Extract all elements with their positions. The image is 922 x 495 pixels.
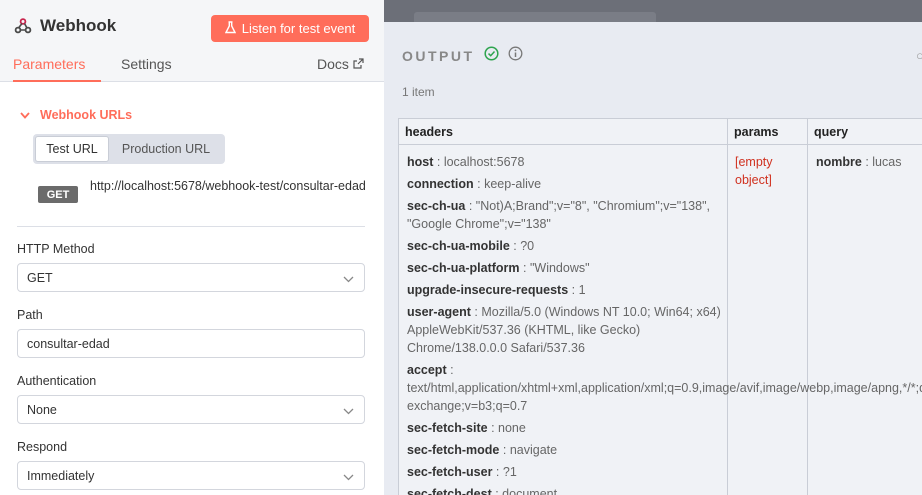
docs-link[interactable]: Docs [317, 56, 364, 82]
output-panel: OUTPUT ○ 1 item headers params query hos… [384, 22, 922, 495]
parameter-tabs: Parameters Settings Docs [0, 56, 384, 82]
chevron-down-icon [343, 272, 354, 286]
table-header: headers params query [399, 119, 922, 145]
tab-settings[interactable]: Settings [121, 56, 172, 82]
header-entry: accept : text/html,application/xhtml+xml… [407, 363, 922, 413]
backdrop-tab [414, 12, 656, 22]
authentication-value: None [27, 402, 57, 417]
respond-value: Immediately [27, 468, 95, 483]
listen-button-label: Listen for test event [241, 21, 356, 36]
chevron-down-icon [343, 470, 354, 484]
respond-select[interactable]: Immediately [17, 461, 365, 490]
flask-icon [224, 20, 236, 37]
header-entry: sec-ch-ua-platform : "Windows" [407, 261, 590, 275]
node-name[interactable]: Webhook [40, 16, 116, 36]
item-count: 1 item [402, 85, 435, 99]
webhook-url[interactable]: http://localhost:5678/webhook-test/consu… [90, 178, 384, 203]
column-header-headers: headers [405, 125, 453, 139]
http-method-label: HTTP Method [17, 242, 95, 256]
search-icon[interactable]: ○ [916, 48, 922, 63]
header-entry: upgrade-insecure-requests : 1 [407, 283, 586, 297]
path-input[interactable]: consultar-edad [17, 329, 365, 358]
tab-parameters[interactable]: Parameters [13, 56, 101, 82]
column-divider [727, 119, 728, 495]
http-method-badge: GET [38, 186, 78, 203]
header-entry: sec-ch-ua : "Not)A;Brand";v="8", "Chromi… [407, 199, 710, 231]
url-type-switch: Test URL Production URL [33, 134, 225, 164]
params-empty-value: [empty object] [735, 155, 773, 187]
respond-label: Respond [17, 440, 68, 454]
webhook-url-row[interactable]: GET http://localhost:5678/webhook-test/c… [38, 178, 384, 203]
info-icon[interactable] [508, 46, 523, 66]
column-divider [807, 119, 808, 495]
webhook-urls-toggle[interactable]: Webhook URLs [20, 108, 132, 122]
output-table: headers params query host : localhost:56… [398, 118, 922, 495]
header-entry: sec-fetch-dest : document [407, 487, 558, 495]
header-entry: sec-ch-ua-mobile : ?0 [407, 239, 535, 253]
column-header-query: query [814, 125, 849, 139]
webhook-urls-title: Webhook URLs [40, 108, 133, 122]
header-entry: connection : keep-alive [407, 177, 542, 191]
test-url-option[interactable]: Test URL [35, 136, 109, 162]
header-entry: sec-fetch-site : none [407, 421, 526, 435]
authentication-select[interactable]: None [17, 395, 365, 424]
column-header-params: params [734, 125, 779, 139]
path-value: consultar-edad [27, 336, 110, 351]
chevron-down-icon [20, 108, 30, 122]
header-entry: sec-fetch-user : ?1 [407, 465, 517, 479]
http-method-value: GET [27, 270, 53, 285]
path-label: Path [17, 308, 43, 322]
listen-for-test-event-button[interactable]: Listen for test event [211, 15, 369, 42]
panel-header: Webhook Listen for test event Parameters… [0, 0, 384, 82]
query-key: nombre [816, 155, 862, 169]
output-title: OUTPUT [402, 48, 475, 64]
header-entry: host : localhost:5678 [407, 155, 525, 169]
production-url-option[interactable]: Production URL [109, 136, 223, 162]
chevron-down-icon [343, 404, 354, 418]
node-parameters-panel: Webhook Listen for test event Parameters… [0, 0, 384, 495]
query-cell: nombre : lucas [816, 155, 902, 169]
node-title: Webhook [14, 16, 116, 36]
header-entry: user-agent : Mozilla/5.0 (Windows NT 10.… [407, 305, 721, 355]
http-method-select[interactable]: GET [17, 263, 365, 292]
success-check-icon [484, 46, 499, 66]
headers-cell: host : localhost:5678 connection : keep-… [407, 153, 922, 495]
divider [17, 226, 365, 227]
authentication-label: Authentication [17, 374, 97, 388]
external-link-icon [353, 56, 364, 82]
output-header: OUTPUT [402, 46, 523, 66]
query-value: lucas [872, 155, 902, 169]
webhook-icon [14, 17, 32, 35]
header-entry: sec-fetch-mode : navigate [407, 443, 558, 457]
docs-label: Docs [317, 56, 349, 72]
canvas-backdrop [384, 0, 922, 22]
